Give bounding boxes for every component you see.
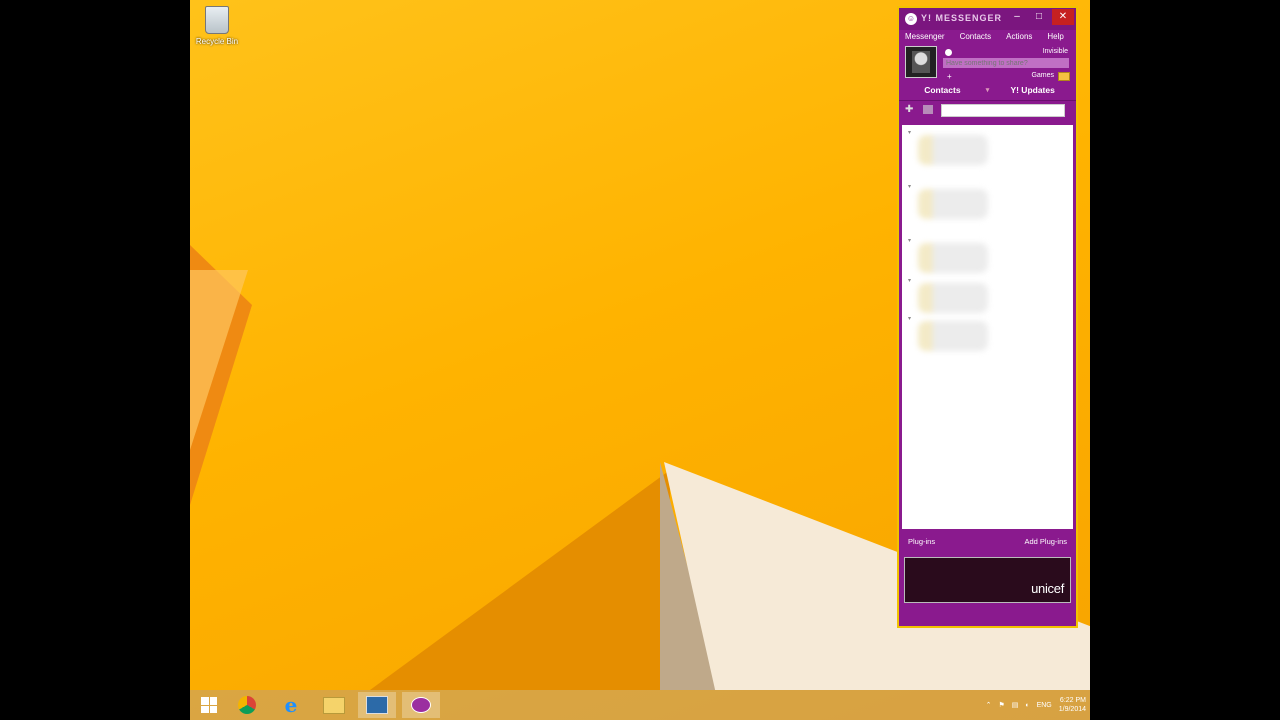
- blurred-contact: [918, 283, 988, 313]
- list-item[interactable]: ▾: [908, 277, 998, 317]
- clock-date: 1/9/2014: [1058, 706, 1086, 713]
- recycle-bin[interactable]: Recycle Bin: [194, 4, 240, 46]
- status-indicator-icon[interactable]: [945, 49, 952, 56]
- file-explorer-icon: [323, 696, 345, 714]
- expand-arrow-icon[interactable]: ▾: [908, 129, 911, 136]
- blurred-contact: [918, 243, 988, 273]
- start-button[interactable]: [190, 692, 228, 718]
- language-indicator[interactable]: ENG: [1037, 702, 1052, 709]
- maximize-button[interactable]: □: [1028, 9, 1050, 25]
- desktop: Recycle Bin ☺ Y! MESSENGER – □ ✕ Messeng…: [190, 0, 1090, 720]
- wallpaper-shape-left-light: [190, 270, 248, 450]
- taskbar-chrome[interactable]: [228, 692, 266, 718]
- status-message-input[interactable]: [943, 58, 1069, 68]
- blurred-contact: [918, 135, 988, 165]
- games-button[interactable]: Games: [1031, 72, 1054, 79]
- recycle-bin-label: Recycle Bin: [195, 37, 239, 46]
- blurred-contact: [918, 189, 988, 219]
- list-item[interactable]: ▾: [908, 315, 998, 355]
- search-input[interactable]: [941, 104, 1065, 117]
- clock-time: 6:22 PM: [1059, 697, 1086, 704]
- expand-arrow-icon[interactable]: ▾: [908, 315, 911, 322]
- expand-arrow-icon[interactable]: ▾: [908, 183, 911, 190]
- contacts-toolbar: ✚: [899, 101, 1076, 119]
- plugins-toggle[interactable]: Plug-ins: [908, 537, 935, 546]
- menu-actions[interactable]: Actions: [1006, 30, 1039, 44]
- close-button[interactable]: ✕: [1052, 9, 1074, 25]
- expand-arrow-icon[interactable]: ▾: [908, 237, 911, 244]
- add-contact-icon[interactable]: ✚: [905, 105, 917, 115]
- flag-icon[interactable]: ⚑: [998, 701, 1004, 709]
- menu-bar: Messenger Contacts Actions Help: [899, 30, 1076, 44]
- messenger-titlebar[interactable]: ☺ Y! MESSENGER – □ ✕: [899, 8, 1076, 30]
- clock[interactable]: 6:22 PM 1/9/2014: [1059, 696, 1086, 714]
- tray-chevron-icon[interactable]: ⌃: [986, 701, 992, 709]
- expand-arrow-icon[interactable]: ▾: [908, 277, 911, 284]
- contact-list[interactable]: ▾ ▾ ▾ ▾ ▾: [902, 125, 1073, 529]
- blurred-contact: [918, 321, 988, 351]
- taskbar-messenger[interactable]: [402, 692, 440, 718]
- messenger-title: Y! MESSENGER: [921, 13, 1003, 23]
- list-item[interactable]: ▾: [908, 183, 998, 223]
- messenger-logo-icon: ☺: [905, 13, 917, 25]
- wallpaper-shape-bottom-dark: [370, 470, 670, 690]
- list-view-icon[interactable]: [923, 105, 933, 114]
- recycle-bin-icon: [205, 6, 229, 34]
- menu-contacts[interactable]: Contacts: [960, 30, 999, 44]
- avatar[interactable]: [905, 46, 937, 78]
- messenger-window: ☺ Y! MESSENGER – □ ✕ Messenger Contacts …: [897, 6, 1078, 628]
- remote-desktop-icon: [366, 696, 388, 714]
- tab-contacts[interactable]: Contacts: [899, 85, 986, 95]
- mail-icon[interactable]: [1058, 72, 1070, 81]
- tab-updates[interactable]: Y! Updates: [989, 85, 1076, 95]
- taskbar-remote-app[interactable]: [358, 692, 396, 718]
- add-status-button[interactable]: +: [947, 72, 952, 81]
- taskbar-file-explorer[interactable]: [315, 692, 353, 718]
- minimize-button[interactable]: –: [1006, 9, 1028, 25]
- add-plugins-link[interactable]: Add Plug-ins: [1024, 537, 1067, 546]
- taskbar-internet-explorer[interactable]: e: [272, 692, 310, 718]
- menu-messenger[interactable]: Messenger: [905, 30, 952, 44]
- network-icon[interactable]: ▤: [1012, 701, 1019, 709]
- volume-icon[interactable]: ◐: [1025, 702, 1029, 709]
- messenger-icon: [411, 697, 431, 713]
- ad-logo: unicef: [1031, 581, 1064, 596]
- taskbar: e ⌃ ⚑ ▤ ◐ ENG 6:22 PM 1/9/2014: [190, 690, 1090, 720]
- tab-bar: Contacts ▾ Y! Updates: [899, 80, 1076, 101]
- list-item[interactable]: ▾: [908, 237, 998, 277]
- menu-help[interactable]: Help: [1047, 30, 1070, 44]
- windows-logo-icon: [201, 697, 217, 713]
- status-mode[interactable]: Invisible: [1043, 48, 1068, 55]
- ie-icon: e: [284, 693, 298, 717]
- list-item[interactable]: ▾: [908, 129, 998, 169]
- chrome-icon: [238, 696, 256, 714]
- system-tray: ⌃ ⚑ ▤ ◐ ENG 6:22 PM 1/9/2014: [986, 694, 1086, 716]
- ad-banner[interactable]: unicef: [904, 557, 1071, 603]
- plugins-bar: Plug-ins Add Plug-ins: [902, 531, 1073, 551]
- profile-area: Invisible + Games: [899, 44, 1076, 81]
